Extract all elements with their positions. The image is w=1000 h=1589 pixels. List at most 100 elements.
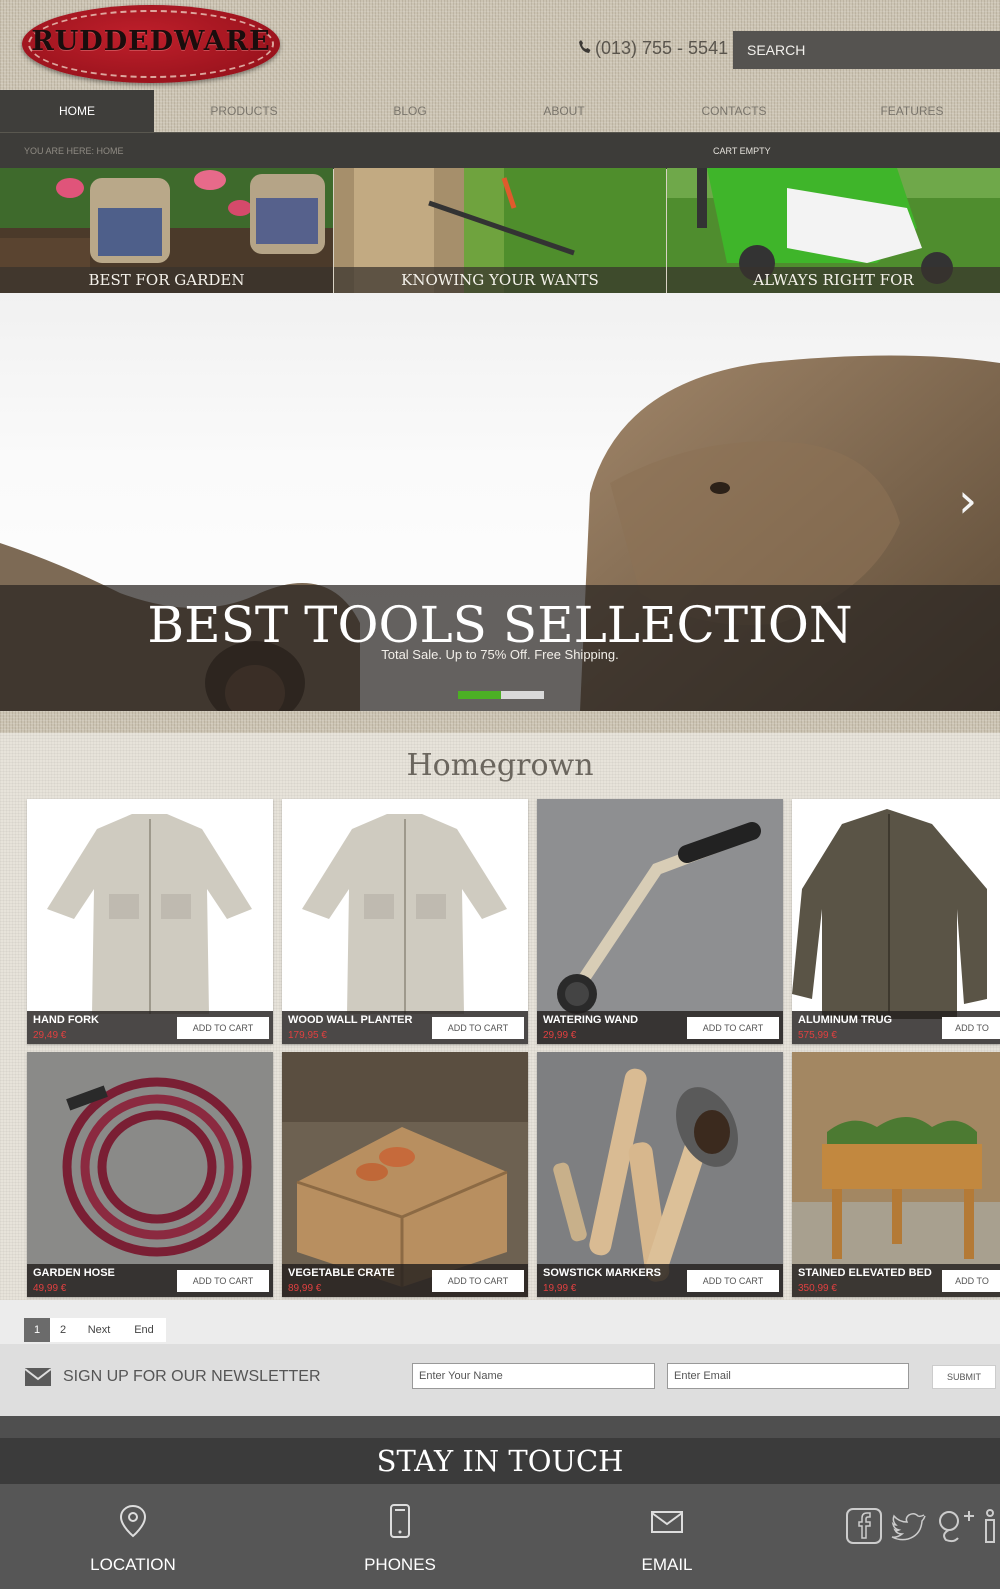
footer-phones[interactable]: PHONES xyxy=(300,1484,500,1575)
product-image-jacket xyxy=(792,799,1000,1044)
newsletter-email-input[interactable]: Enter Email xyxy=(667,1363,909,1389)
product-card[interactable]: SOWSTICK MARKERS 19,99 € ADD TO CART xyxy=(537,1052,783,1297)
promo-caption: ALWAYS RIGHT FOR xyxy=(667,267,1000,293)
product-price: 19,99 € xyxy=(543,1283,577,1294)
cart-status[interactable]: CART EMPTY xyxy=(713,146,771,156)
phone-icon xyxy=(578,38,591,59)
product-image-garden-hose xyxy=(27,1052,273,1297)
page-end-link[interactable]: End xyxy=(122,1318,166,1342)
map-pin-icon xyxy=(119,1504,147,1538)
product-price: 29,49 € xyxy=(33,1030,67,1041)
mobile-phone-icon xyxy=(390,1504,410,1538)
section-divider xyxy=(0,711,1000,733)
site-footer: LOCATION PHONES EMAIL xyxy=(0,1484,1000,1589)
newsletter-name-input[interactable]: Enter Your Name xyxy=(412,1363,655,1389)
add-to-cart-button[interactable]: ADD TO CART xyxy=(687,1017,779,1039)
newsletter-submit-button[interactable]: SUBMIT xyxy=(932,1365,996,1389)
add-to-cart-button[interactable]: ADD TO CART xyxy=(177,1270,269,1292)
newsletter-bar: SIGN UP FOR OUR NEWSLETTER Enter Your Na… xyxy=(0,1344,1000,1416)
add-to-cart-button[interactable]: ADD TO CART xyxy=(432,1270,524,1292)
phone-number: (013) 755 - 5541 xyxy=(595,38,729,58)
promo-tile-wants[interactable]: KNOWING YOUR WANTS xyxy=(334,168,666,293)
slider-dot-1[interactable] xyxy=(458,691,501,699)
product-image-shirt xyxy=(27,799,273,1044)
hero-subtitle: Total Sale. Up to 75% Off. Free Shipping… xyxy=(381,647,619,662)
page-link-1[interactable]: 1 xyxy=(24,1318,50,1342)
logo-text: RUDDEDWARE xyxy=(31,26,271,57)
facebook-icon[interactable] xyxy=(846,1508,882,1549)
product-name: VEGETABLE CRATE xyxy=(288,1267,395,1279)
add-to-cart-button[interactable]: ADD TO CART xyxy=(177,1017,269,1039)
product-price: 350,99 € xyxy=(798,1283,837,1294)
header-phone: (013) 755 - 5541 xyxy=(578,38,728,59)
footer-email-label: EMAIL xyxy=(641,1555,693,1574)
product-card[interactable]: ALUMINUM TRUG 575,99 € ADD TO CART xyxy=(792,799,1000,1044)
product-image-shirt xyxy=(282,799,528,1044)
product-image-vegetable-crate xyxy=(282,1052,528,1297)
twitter-icon[interactable] xyxy=(890,1508,928,1547)
main-nav: HOME PRODUCTS BLOG ABOUT CONTACTS FEATUR… xyxy=(0,90,1000,132)
add-to-cart-button[interactable]: ADD TO CART xyxy=(942,1270,1000,1292)
page-link-2[interactable]: 2 xyxy=(50,1318,76,1342)
newsletter-label: SIGN UP FOR OUR NEWSLETTER xyxy=(63,1368,321,1385)
promo-tile-garden[interactable]: BEST FOR GARDEN xyxy=(0,168,333,293)
nav-item-contacts[interactable]: CONTACTS xyxy=(674,90,794,132)
product-price: 49,99 € xyxy=(33,1283,67,1294)
product-name: STAINED ELEVATED BED xyxy=(798,1267,932,1279)
product-image-watering-wand xyxy=(537,799,783,1044)
footer-location-label: LOCATION xyxy=(90,1555,176,1574)
page-next-link[interactable]: Next xyxy=(76,1318,122,1342)
product-card[interactable]: WOOD WALL PLANTER 179,95 € ADD TO CART xyxy=(282,799,528,1044)
slider-next-arrow-icon[interactable]: › xyxy=(958,473,977,529)
breadcrumb-bar: YOU ARE HERE: HOME CART EMPTY xyxy=(0,132,1000,169)
product-image-sowstick-markers xyxy=(537,1052,783,1297)
product-name: WATERING WAND xyxy=(543,1014,639,1026)
add-to-cart-button[interactable]: ADD TO CART xyxy=(942,1017,1000,1039)
nav-item-products[interactable]: PRODUCTS xyxy=(184,90,304,132)
product-card[interactable]: WATERING WAND 29,99 € ADD TO CART xyxy=(537,799,783,1044)
promo-caption: BEST FOR GARDEN xyxy=(0,267,333,293)
product-card[interactable]: VEGETABLE CRATE 89,99 € ADD TO CART xyxy=(282,1052,528,1297)
products-section: Homegrown HAND FORK 29,49 € ADD TO CART … xyxy=(0,733,1000,1300)
product-name: GARDEN HOSE xyxy=(33,1267,115,1279)
product-price: 179,95 € xyxy=(288,1030,327,1041)
nav-item-home[interactable]: HOME xyxy=(0,90,154,132)
envelope-icon xyxy=(651,1511,683,1533)
footer-spacer xyxy=(0,1416,1000,1438)
product-image-elevated-bed xyxy=(792,1052,1000,1297)
product-card[interactable]: HAND FORK 29,49 € ADD TO CART xyxy=(27,799,273,1044)
product-card[interactable]: STAINED ELEVATED BED 350,99 € ADD TO CAR… xyxy=(792,1052,1000,1297)
product-name: HAND FORK xyxy=(33,1014,99,1026)
search-input[interactable]: SEARCH xyxy=(733,31,1000,69)
product-card[interactable]: GARDEN HOSE 49,99 € ADD TO CART xyxy=(27,1052,273,1297)
section-title: Homegrown xyxy=(406,748,594,783)
product-name: ALUMINUM TRUG xyxy=(798,1014,893,1026)
product-price: 575,99 € xyxy=(798,1030,837,1041)
hero-slider: BEST TOOLS SELLECTION Total Sale. Up to … xyxy=(0,293,1000,711)
linkedin-icon[interactable] xyxy=(982,1508,998,1549)
footer-title: STAY IN TOUCH xyxy=(0,1438,1000,1484)
promo-tile-always[interactable]: ALWAYS RIGHT FOR xyxy=(667,168,1000,293)
google-plus-icon[interactable] xyxy=(936,1508,976,1549)
footer-location[interactable]: LOCATION xyxy=(33,1484,233,1575)
hero-title: BEST TOOLS SELLECTION xyxy=(147,596,853,654)
product-price: 89,99 € xyxy=(288,1283,322,1294)
envelope-icon xyxy=(24,1367,52,1392)
promo-caption: KNOWING YOUR WANTS xyxy=(334,267,666,293)
footer-email[interactable]: EMAIL xyxy=(567,1484,767,1575)
footer-phones-label: PHONES xyxy=(364,1555,436,1574)
add-to-cart-button[interactable]: ADD TO CART xyxy=(432,1017,524,1039)
pagination: 1 2 Next End xyxy=(0,1300,1000,1344)
nav-item-features[interactable]: FEATURES xyxy=(852,90,972,132)
nav-item-blog[interactable]: BLOG xyxy=(350,90,470,132)
add-to-cart-button[interactable]: ADD TO CART xyxy=(687,1270,779,1292)
search-label: SEARCH xyxy=(747,42,806,58)
site-logo[interactable]: RUDDEDWARE xyxy=(22,5,280,83)
product-name: WOOD WALL PLANTER xyxy=(288,1014,413,1026)
breadcrumb: YOU ARE HERE: HOME xyxy=(24,146,124,156)
slider-dot-2[interactable] xyxy=(501,691,544,699)
product-name: SOWSTICK MARKERS xyxy=(543,1267,661,1279)
product-price: 29,99 € xyxy=(543,1030,577,1041)
site-header: RUDDEDWARE (013) 755 - 5541 SEARCH xyxy=(0,0,1000,90)
nav-item-about[interactable]: ABOUT xyxy=(504,90,624,132)
